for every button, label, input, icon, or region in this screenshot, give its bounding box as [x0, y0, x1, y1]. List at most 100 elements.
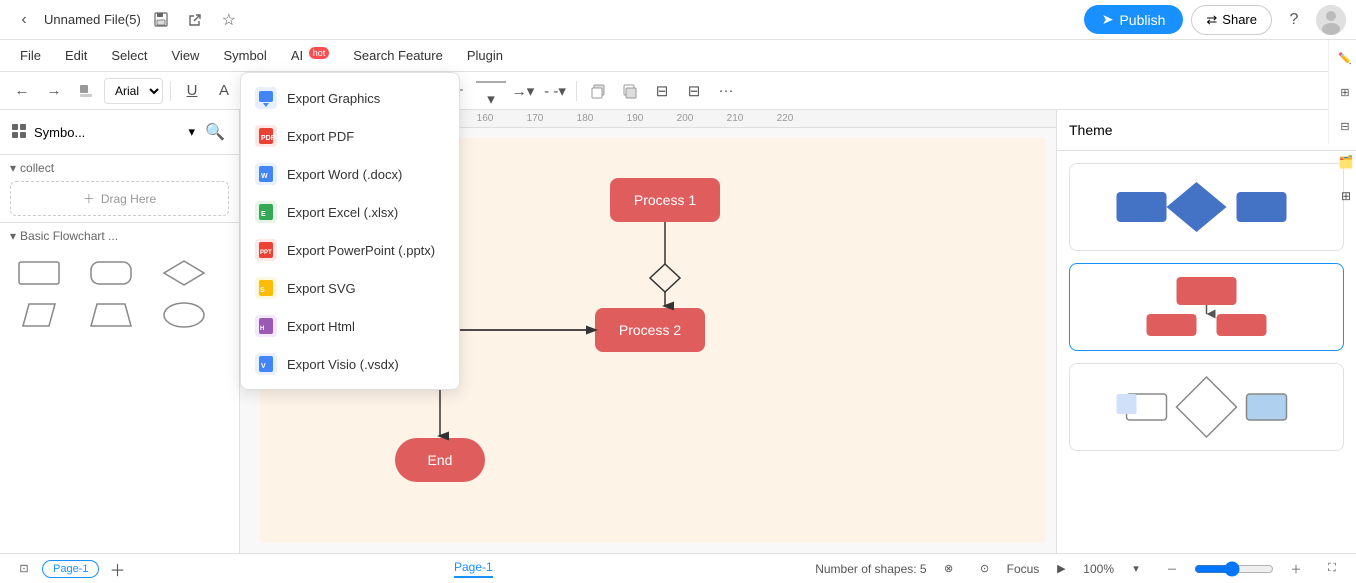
arrow-style-button[interactable]: →▾ [509, 77, 537, 105]
collect-section: ▾ collect ＋ Drag Here [0, 155, 239, 223]
export-pptx-icon: PPT [255, 239, 277, 261]
send-back-button[interactable] [616, 77, 644, 105]
share-label: Share [1222, 12, 1257, 27]
export-visio-label: Export Visio (.vsdx) [287, 357, 399, 372]
menu-ai[interactable]: AI hot [281, 44, 339, 67]
titlebar-right: ➤ Publish ⇄ Share ? [1084, 5, 1346, 35]
ruler-190: 190 [610, 113, 660, 124]
toolbar-separator-3 [576, 81, 577, 101]
back-icon[interactable]: ‹ [10, 6, 38, 34]
export-svg-icon: S [255, 277, 277, 299]
toolbar: ← → Arial U A Ts ≡ ≡▾ T ◇ ╱ ⌐ ——▾ →▾ - -… [0, 72, 1356, 110]
undo-button[interactable]: ← [8, 77, 36, 105]
menu-symbol[interactable]: Symbol [213, 44, 276, 67]
ruler-170: 170 [510, 113, 560, 124]
line-dash-button[interactable]: - -▾ [541, 77, 569, 105]
statusbar-left: ⊡ Page-1 ＋ [10, 555, 131, 583]
help-icon[interactable]: ? [1280, 6, 1308, 34]
export-pdf-item[interactable]: PDF Export PDF [241, 117, 459, 155]
fullscreen-icon[interactable]: ⛶ [1318, 555, 1346, 583]
export-excel-label: Export Excel (.xlsx) [287, 205, 398, 220]
export-html-label: Export Html [287, 319, 355, 334]
export-graphics-item[interactable]: Export Graphics [241, 79, 459, 117]
line-style-button[interactable]: ——▾ [477, 77, 505, 105]
save-icon[interactable] [147, 6, 175, 34]
export-dropdown-menu: Export Graphics PDF Export PDF W Export … [240, 72, 460, 390]
toolbar-separator-1 [170, 81, 171, 101]
redo-button[interactable]: → [40, 77, 68, 105]
export-svg-item[interactable]: S Export SVG [241, 269, 459, 307]
menu-search-feature[interactable]: Search Feature [343, 44, 453, 67]
menu-edit[interactable]: Edit [55, 44, 97, 67]
shape-trapezoid[interactable] [86, 297, 136, 333]
export-pdf-label: Export PDF [287, 129, 354, 144]
share-out-icon[interactable] [181, 6, 209, 34]
export-excel-item[interactable]: E Export Excel (.xlsx) [241, 193, 459, 231]
edit-node-icon[interactable]: ✏️ [1331, 44, 1356, 72]
export-visio-item[interactable]: V Export Visio (.vsdx) [241, 345, 459, 383]
statusbar-right: Number of shapes: 5 ⊗ ⊙ Focus ▶ 100% ▾ －… [815, 555, 1346, 583]
layers-icon[interactable]: ⊗ [935, 555, 963, 583]
page-tab-active[interactable]: Page-1 [42, 560, 99, 578]
export-html-icon: H [255, 315, 277, 337]
shape-diamond[interactable] [159, 255, 209, 291]
shape-rectangle[interactable] [14, 255, 64, 291]
share-button[interactable]: ⇄ Share [1191, 5, 1272, 35]
sidebar-title: Symbo... [34, 125, 182, 140]
ruler-180: 180 [560, 113, 610, 124]
export-svg-label: Export SVG [287, 281, 356, 296]
zoom-level: 100% [1083, 562, 1114, 576]
shape-parallelogram[interactable] [14, 297, 64, 333]
side-toolbar: ✏️ ⊞ ⊟ [1328, 40, 1356, 144]
end-box[interactable]: End [395, 438, 485, 482]
sidebar-search-icon[interactable]: 🔍 [201, 118, 229, 146]
file-title: Unnamed File(5) [44, 12, 141, 27]
theme-grid [1057, 151, 1356, 463]
bring-front-button[interactable] [584, 77, 612, 105]
paint-format-button[interactable] [72, 77, 100, 105]
export-word-item[interactable]: W Export Word (.docx) [241, 155, 459, 193]
theme-card-2[interactable] [1069, 263, 1344, 351]
page-layout-icon[interactable]: ⊡ [10, 555, 38, 583]
star-icon[interactable]: ☆ [215, 6, 243, 34]
end-label: End [428, 452, 453, 468]
export-html-item[interactable]: H Export Html [241, 307, 459, 345]
process-2-label: Process 2 [619, 322, 681, 338]
zoom-out-icon[interactable]: － [1158, 555, 1186, 583]
process-1-box[interactable]: Process 1 [610, 178, 720, 222]
menu-select[interactable]: Select [101, 44, 157, 67]
avatar[interactable] [1316, 5, 1346, 35]
export-pptx-item[interactable]: PPT Export PowerPoint (.pptx) [241, 231, 459, 269]
theme-card-1[interactable] [1069, 163, 1344, 251]
zoom-dropdown-icon[interactable]: ▾ [1122, 555, 1150, 583]
component-icon[interactable]: ⊞ [1331, 78, 1356, 106]
shapes-count: Number of shapes: 5 [815, 562, 926, 576]
align-shapes-left[interactable]: ⊟ [648, 77, 676, 105]
shape-ellipse[interactable] [159, 297, 209, 333]
shape-rounded-rect[interactable] [86, 255, 136, 291]
menu-plugin[interactable]: Plugin [457, 44, 513, 67]
sidebar-left: Symbo... ▾ 🔍 ▾ collect ＋ Drag Here ▾ Bas… [0, 110, 240, 553]
add-page-icon[interactable]: ＋ [103, 555, 131, 583]
filter-icon[interactable]: ⊟ [1331, 112, 1356, 140]
theme-card-3[interactable] [1069, 363, 1344, 451]
zoom-slider[interactable] [1194, 561, 1274, 577]
menu-view[interactable]: View [162, 44, 210, 67]
font-select[interactable]: Arial [104, 78, 163, 104]
panel-grid-icon[interactable]: ⊞ [1332, 182, 1356, 210]
theme-title: Theme [1069, 122, 1331, 138]
panel-layers-icon[interactable]: 🗂️ [1332, 148, 1356, 176]
menu-file[interactable]: File [10, 44, 51, 67]
publish-label: Publish [1119, 12, 1165, 28]
publish-button[interactable]: ➤ Publish [1084, 5, 1184, 34]
focus-icon[interactable]: ⊙ [971, 555, 999, 583]
underline-button[interactable]: U [178, 77, 206, 105]
drag-here-button[interactable]: ＋ Drag Here [10, 181, 229, 216]
zoom-in-icon[interactable]: ＋ [1282, 555, 1310, 583]
align-shapes-right[interactable]: ⊟ [680, 77, 708, 105]
sidebar-expand-icon[interactable]: ▾ [188, 124, 195, 140]
font-color-button[interactable]: A [210, 77, 238, 105]
process-2-box[interactable]: Process 2 [595, 308, 705, 352]
more-options[interactable]: ··· [712, 77, 740, 105]
play-icon[interactable]: ▶ [1047, 555, 1075, 583]
